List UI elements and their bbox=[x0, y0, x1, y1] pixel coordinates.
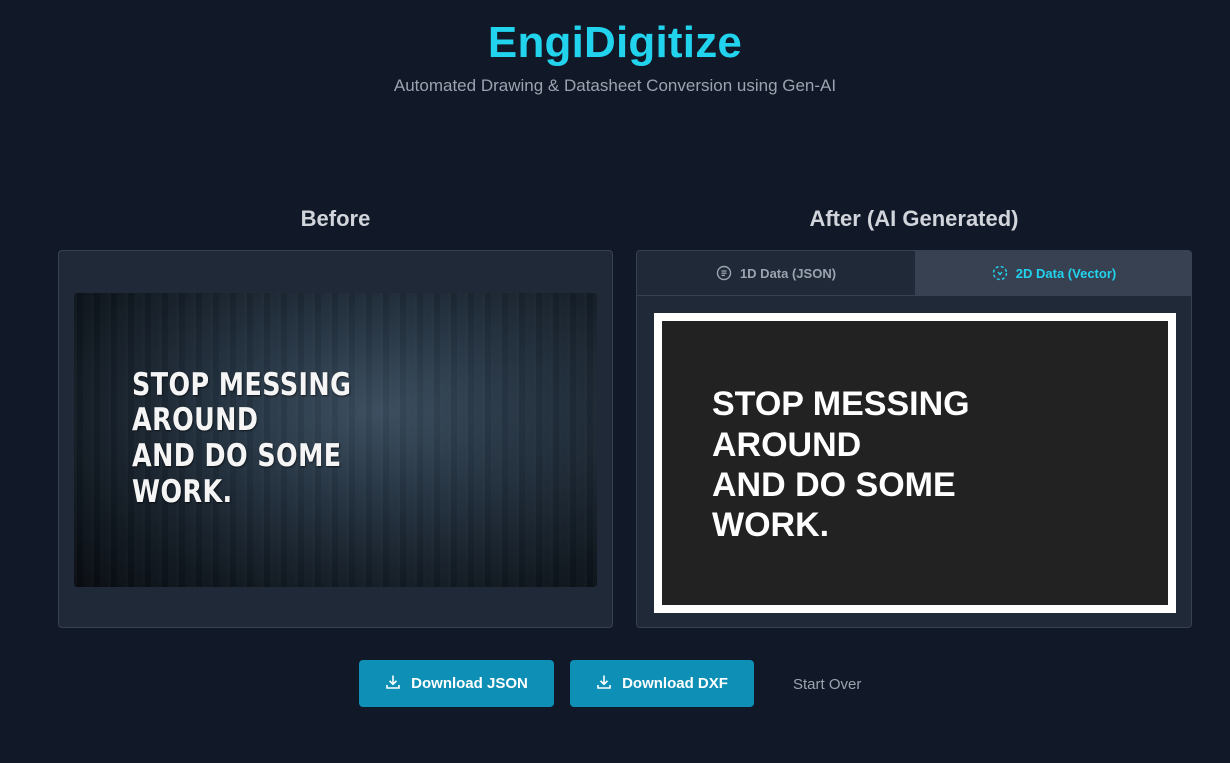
app-title: EngiDigitize bbox=[487, 18, 743, 67]
vector-text-line: STOP MESSING bbox=[712, 385, 970, 423]
before-panel: STOP MESSING AROUND AND DO SOME WORK. bbox=[58, 250, 613, 628]
vector-text-line: AND DO SOME bbox=[712, 466, 956, 504]
vector-text-line: WORK. bbox=[712, 506, 830, 544]
download-icon bbox=[385, 674, 401, 694]
after-heading: After (AI Generated) bbox=[809, 206, 1019, 231]
original-image-text-line: AROUND bbox=[132, 402, 259, 438]
original-image-text-line: STOP MESSING bbox=[132, 367, 352, 403]
tab-2d-data-vector[interactable]: 2D Data (Vector) bbox=[915, 251, 1191, 295]
vector-canvas: STOP MESSING AROUND AND DO SOME WORK. bbox=[662, 321, 1168, 605]
original-image-text-line: WORK. bbox=[132, 474, 233, 510]
original-image-text-line: AND DO SOME bbox=[132, 438, 342, 474]
vector-preview: STOP MESSING AROUND AND DO SOME WORK. bbox=[654, 313, 1176, 613]
tab-1d-data-json[interactable]: 1D Data (JSON) bbox=[637, 251, 915, 295]
vector-text-line: AROUND bbox=[712, 426, 862, 464]
download-json-button[interactable]: Download JSON bbox=[359, 660, 554, 707]
before-heading: Before bbox=[300, 206, 371, 231]
tab-label: 1D Data (JSON) bbox=[739, 265, 837, 281]
vector-scan-icon bbox=[992, 265, 1008, 281]
download-icon bbox=[596, 674, 612, 694]
download-dxf-button[interactable]: Download DXF bbox=[570, 660, 754, 707]
download-dxf-label: Download DXF bbox=[622, 675, 728, 692]
original-image: STOP MESSING AROUND AND DO SOME WORK. bbox=[74, 293, 597, 587]
start-over-button[interactable]: Start Over bbox=[793, 676, 861, 693]
app-subtitle: Automated Drawing & Datasheet Conversion… bbox=[393, 76, 837, 95]
json-doc-icon bbox=[716, 265, 732, 281]
tab-label: 2D Data (Vector) bbox=[1015, 265, 1117, 281]
download-json-label: Download JSON bbox=[411, 675, 528, 692]
output-tabs: 1D Data (JSON) 2D Data (Vector) bbox=[637, 251, 1191, 296]
after-panel: 1D Data (JSON) 2D Data (Vector) STOP MES… bbox=[636, 250, 1192, 628]
